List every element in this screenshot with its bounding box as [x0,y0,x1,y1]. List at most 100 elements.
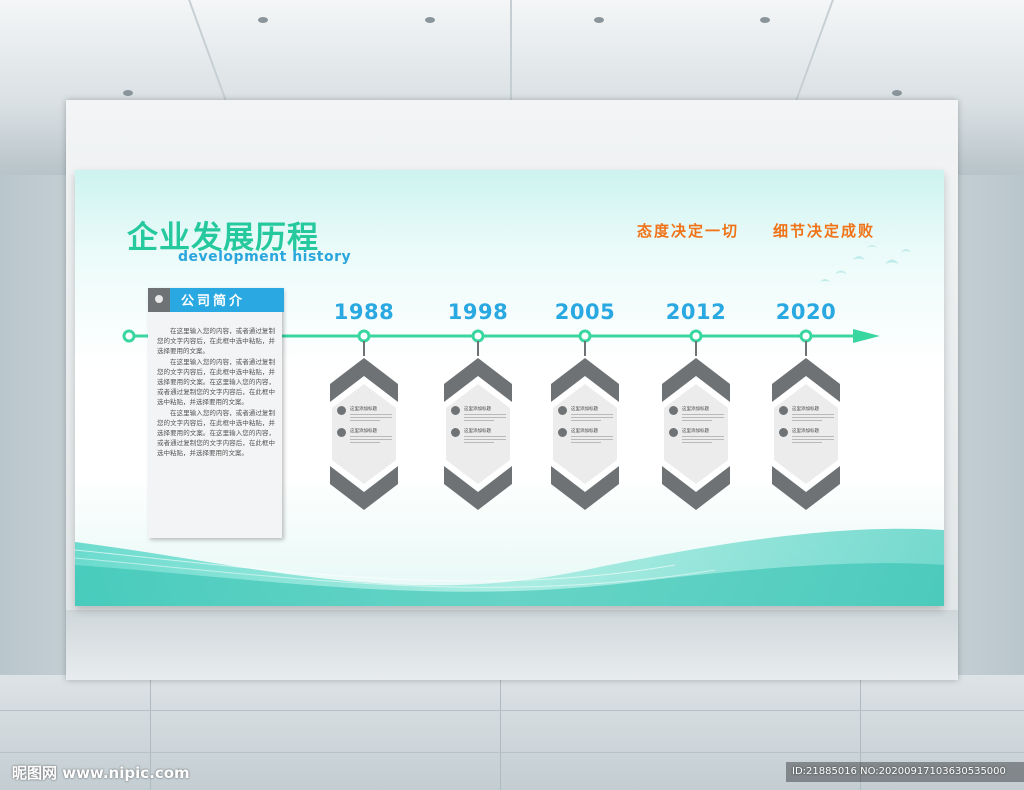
card-title: 这里添加标题 [350,429,377,434]
text-placeholder-line [571,420,601,421]
card-title: 这里添加标题 [682,407,709,412]
intro-paragraph: 在这里输入您的内容，或者通过复制您的文字内容后，在此框中选中粘贴，并选择要用的文… [157,357,275,407]
text-placeholder-line [571,442,601,443]
text-placeholder-line [792,420,822,421]
intro-text: 在这里输入您的内容，或者通过复制您的文字内容后，在此框中选中粘贴，并选择要用的文… [157,326,275,459]
card-title: 这里添加标题 [792,407,819,412]
text-placeholder-line [682,414,724,415]
text-placeholder-line [464,439,506,440]
intro-tab [148,288,170,312]
timeline-node [357,329,371,343]
user-icon [337,428,346,437]
ceiling-light [594,17,604,23]
timeline-year: 2020 [775,300,837,324]
card-title: 这里添加标题 [464,407,491,412]
card-row: 这里添加标题 [558,428,618,448]
text-placeholder-line [350,420,380,421]
text-placeholder-line [350,442,380,443]
timeline-year: 1998 [447,300,509,324]
pin-icon [155,295,163,303]
user-icon [779,428,788,437]
timeline-year: 2005 [554,300,616,324]
timeline-year: 1988 [333,300,395,324]
user-icon [451,406,460,415]
floor-seam [500,675,501,790]
text-placeholder-line [350,417,392,418]
text-placeholder-line [464,417,506,418]
card-content: 这里添加标题 这里添加标题 [337,402,392,468]
ceiling-light [258,17,268,23]
text-placeholder-line [682,436,724,437]
text-placeholder-line [792,439,834,440]
ceiling-light [760,17,770,23]
user-icon [669,406,678,415]
text-placeholder-line [464,414,506,415]
timeline-year: 2012 [665,300,727,324]
text-placeholder-line [792,414,834,415]
watermark-id: ID:21885016 NO:20200917103630535000 [792,766,1006,777]
card-row: 这里添加标题 [337,428,397,448]
timeline-card: 这里添加标题 这里添加标题 [330,358,398,510]
text-placeholder-line [682,417,724,418]
intro-paragraph: 在这里输入您的内容，或者通过复制您的文字内容后，在此框中选中粘贴，并选择要用的文… [157,327,275,356]
text-placeholder-line [792,417,834,418]
timeline-card: 这里添加标题 这里添加标题 [444,358,512,510]
text-placeholder-line [571,414,613,415]
text-placeholder-line [464,436,506,437]
card-title: 这里添加标题 [464,429,491,434]
card-row: 这里添加标题 [337,406,397,426]
text-placeholder-line [682,439,724,440]
text-placeholder-line [464,442,494,443]
user-icon [779,406,788,415]
text-placeholder-line [682,442,712,443]
user-icon [669,428,678,437]
card-row: 这里添加标题 [669,406,729,426]
floor-seam [0,710,1024,711]
card-content: 这里添加标题 这里添加标题 [779,402,834,468]
card-title: 这里添加标题 [571,407,598,412]
card-title: 这里添加标题 [350,407,377,412]
text-placeholder-line [350,439,392,440]
watermark-logo: 昵图网 www.nipic.com [12,764,190,782]
floor-seam [0,752,1024,753]
text-placeholder-line [350,414,392,415]
card-row: 这里添加标题 [451,428,511,448]
card-title: 这里添加标题 [682,429,709,434]
user-icon [337,406,346,415]
user-icon [558,406,567,415]
text-placeholder-line [571,417,613,418]
text-placeholder-line [571,439,613,440]
timeline-node [578,329,592,343]
text-placeholder-line [682,420,712,421]
card-content: 这里添加标题 这里添加标题 [451,402,506,468]
ceiling-light [123,90,133,96]
intro-title: 公司简介 [181,294,246,309]
card-row: 这里添加标题 [669,428,729,448]
ceiling-light [425,17,435,23]
ceiling-light [892,90,902,96]
card-row: 这里添加标题 [558,406,618,426]
text-placeholder-line [792,442,822,443]
timeline-node [799,329,813,343]
card-title: 这里添加标题 [571,429,598,434]
timeline-card: 这里添加标题 这里添加标题 [551,358,619,510]
text-placeholder-line [464,420,494,421]
poster: 企业发展历程 development history 态度决定一切 细节决定成败… [75,170,944,606]
card-row: 这里添加标题 [779,428,839,448]
card-title: 这里添加标题 [792,429,819,434]
card-row: 这里添加标题 [451,406,511,426]
company-intro-panel: 公司简介 在这里输入您的内容，或者通过复制您的文字内容后，在此框中选中粘贴，并选… [148,288,284,538]
user-icon [451,428,460,437]
timeline-card: 这里添加标题 这里添加标题 [772,358,840,510]
text-placeholder-line [792,436,834,437]
timeline-node [689,329,703,343]
card-content: 这里添加标题 这里添加标题 [669,402,724,468]
timeline-card: 这里添加标题 这里添加标题 [662,358,730,510]
text-placeholder-line [571,436,613,437]
text-placeholder-line [350,436,392,437]
intro-paragraph: 在这里输入您的内容，或者通过复制您的文字内容后，在此框中选中粘贴，并选择要用的文… [157,408,275,458]
user-icon [558,428,567,437]
card-row: 这里添加标题 [779,406,839,426]
timeline-node [471,329,485,343]
card-content: 这里添加标题 这里添加标题 [558,402,613,468]
